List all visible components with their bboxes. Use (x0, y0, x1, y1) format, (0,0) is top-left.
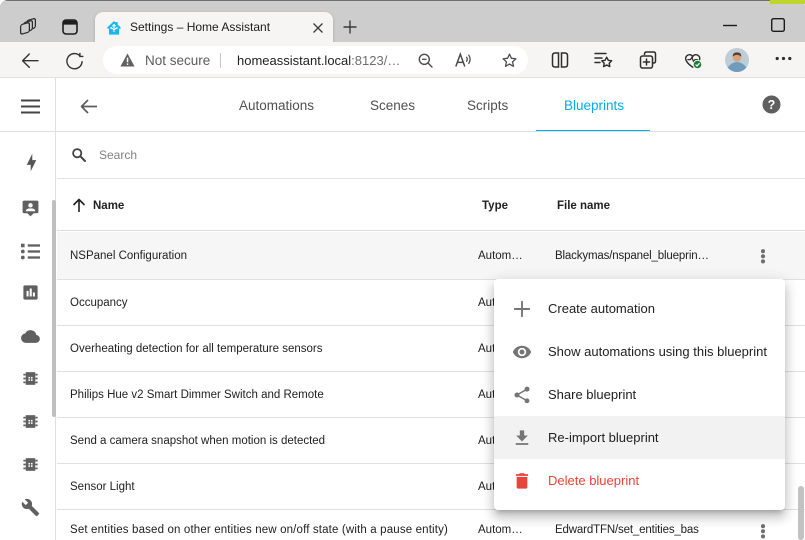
svg-text:?: ? (768, 98, 776, 112)
